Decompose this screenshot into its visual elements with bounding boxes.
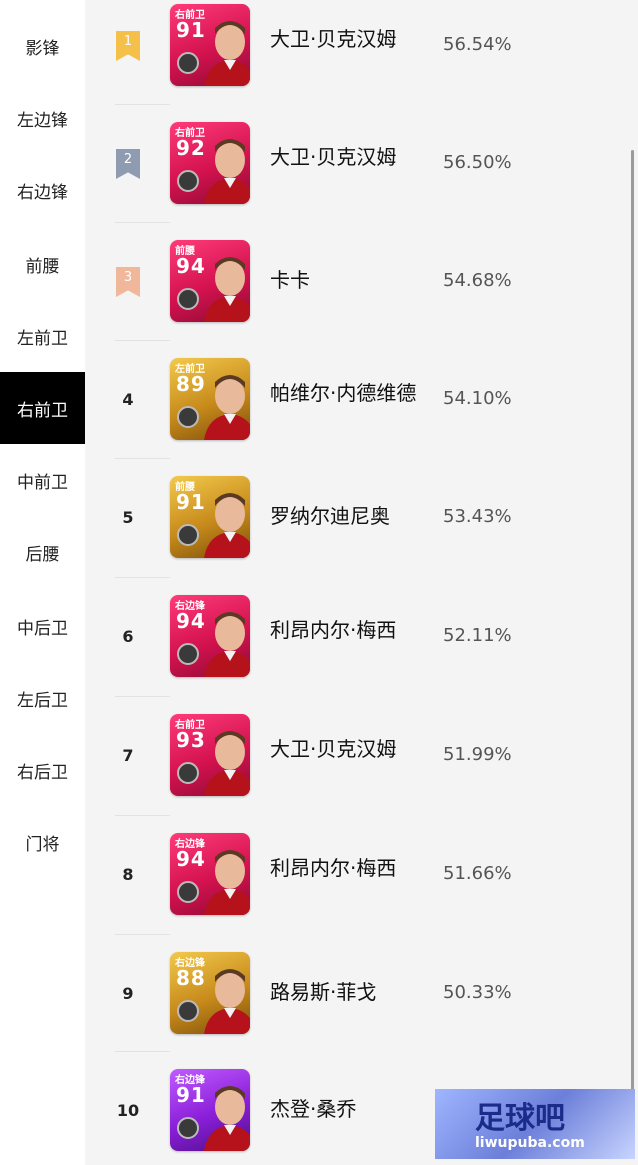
player-portrait-icon xyxy=(204,612,250,677)
player-name: 帕维尔·内德维德 xyxy=(270,381,417,405)
card-badge-icon xyxy=(177,762,199,784)
player-card[interactable]: 右边锋 94 xyxy=(170,595,250,677)
ranking-row[interactable]: 7 右前卫 93 大卫·贝克汉姆 51.99% xyxy=(85,696,638,814)
sidebar-item[interactable]: 后腰 xyxy=(0,516,85,588)
card-badge-icon xyxy=(177,288,199,310)
usage-percent: 51.66% xyxy=(443,863,512,884)
player-name: 罗纳尔迪尼奥 xyxy=(270,504,390,528)
card-badge-icon xyxy=(177,643,199,665)
player-card[interactable]: 右边锋 88 xyxy=(170,952,250,1034)
player-card[interactable]: 右边锋 94 xyxy=(170,833,250,915)
card-badge-icon xyxy=(177,524,199,546)
player-portrait-icon xyxy=(204,850,250,915)
player-name: 大卫·贝克汉姆 xyxy=(270,27,397,51)
ranking-row[interactable]: 1 右前卫 91 大卫·贝克汉姆 56.54% xyxy=(85,0,638,104)
ranking-row[interactable]: 8 右边锋 94 利昂内尔·梅西 51.66% xyxy=(85,815,638,933)
ranking-row[interactable]: 4 左前卫 89 帕维尔·内德维德 54.10% xyxy=(85,340,638,458)
ranking-row[interactable]: 5 前腰 91 罗纳尔迪尼奥 53.43% xyxy=(85,458,638,576)
player-portrait-icon xyxy=(204,731,250,796)
card-badge-icon xyxy=(177,1000,199,1022)
rank-number: 7 xyxy=(122,745,134,765)
watermark-title: 足球吧 xyxy=(475,1101,565,1136)
player-card[interactable]: 右边锋 91 xyxy=(170,1069,250,1151)
player-portrait-icon xyxy=(204,257,250,322)
usage-percent: 56.54% xyxy=(443,34,512,55)
rank-number: 9 xyxy=(122,983,134,1003)
sidebar-item[interactable]: 右边锋 xyxy=(0,154,85,226)
ranking-row[interactable]: 6 右边锋 94 利昂内尔·梅西 52.11% xyxy=(85,577,638,695)
player-card[interactable]: 右前卫 91 xyxy=(170,4,250,86)
player-name: 利昂内尔·梅西 xyxy=(270,618,397,642)
player-name: 杰登·桑乔 xyxy=(270,1097,357,1121)
player-card[interactable]: 右前卫 93 xyxy=(170,714,250,796)
sidebar-item[interactable]: 中前卫 xyxy=(0,444,85,516)
player-portrait-icon xyxy=(204,21,250,86)
watermark-url: liwupuba.com xyxy=(475,1135,585,1151)
player-portrait-icon xyxy=(204,1086,250,1151)
sidebar-item[interactable]: 左边锋 xyxy=(0,82,85,154)
sidebar-item[interactable]: 左后卫 xyxy=(0,662,85,734)
card-badge-icon xyxy=(177,170,199,192)
rank-number: 8 xyxy=(122,864,134,884)
ranking-row[interactable]: 9 右边锋 88 路易斯·菲戈 50.33% xyxy=(85,934,638,1052)
card-badge-icon xyxy=(177,881,199,903)
rank-number: 4 xyxy=(122,389,134,409)
sidebar-item[interactable]: 左前卫 xyxy=(0,300,85,372)
player-portrait-icon xyxy=(204,493,250,558)
card-badge-icon xyxy=(177,52,199,74)
ranking-row[interactable]: 2 右前卫 92 大卫·贝克汉姆 56.50% xyxy=(85,104,638,222)
player-name: 利昂内尔·梅西 xyxy=(270,856,397,880)
rank-medal-icon: 3 xyxy=(116,267,140,297)
ranking-list: 1 右前卫 91 大卫·贝克汉姆 56.54% 2 右前卫 92 大卫·贝克汉姆 56.50% 3 前… xyxy=(85,0,638,1165)
usage-percent: 51.99% xyxy=(443,744,512,765)
ranking-row[interactable]: 3 前腰 94 卡卡 54.68% xyxy=(85,222,638,340)
sidebar-item[interactable]: 右前卫 xyxy=(0,372,85,444)
usage-percent: 52.11% xyxy=(443,625,512,646)
sidebar-item[interactable]: 中后卫 xyxy=(0,590,85,662)
position-sidebar: 影锋 左边锋 右边锋 前腰 左前卫 右前卫 中前卫 后腰 中后卫 左后卫 右后卫 门将 xyxy=(0,0,85,1165)
rank-medal-icon: 1 xyxy=(116,31,140,61)
player-portrait-icon xyxy=(204,969,250,1034)
card-badge-icon xyxy=(177,1117,199,1139)
player-name: 卡卡 xyxy=(270,268,310,292)
player-name: 路易斯·菲戈 xyxy=(270,980,377,1004)
card-badge-icon xyxy=(177,406,199,428)
sidebar-item[interactable]: 前腰 xyxy=(0,228,85,300)
player-name: 大卫·贝克汉姆 xyxy=(270,737,397,761)
row-divider xyxy=(115,222,170,223)
row-divider xyxy=(115,104,170,105)
usage-percent: 53.43% xyxy=(443,506,512,527)
sidebar-item[interactable]: 右后卫 xyxy=(0,734,85,806)
rank-medal-icon: 2 xyxy=(116,149,140,179)
usage-percent: 50.33% xyxy=(443,982,512,1003)
player-portrait-icon xyxy=(204,375,250,440)
sidebar-item[interactable]: 影锋 xyxy=(0,10,85,82)
rank-number: 5 xyxy=(122,507,134,527)
player-card[interactable]: 左前卫 89 xyxy=(170,358,250,440)
player-name: 大卫·贝克汉姆 xyxy=(270,145,397,169)
rank-number: 6 xyxy=(122,626,134,646)
rank-number: 10 xyxy=(116,1100,140,1120)
watermark-logo: 足球吧 liwupuba.com xyxy=(435,1089,635,1159)
usage-percent: 54.10% xyxy=(443,388,512,409)
player-portrait-icon xyxy=(204,139,250,204)
player-card[interactable]: 前腰 91 xyxy=(170,476,250,558)
sidebar-item[interactable]: 门将 xyxy=(0,806,85,878)
player-card[interactable]: 右前卫 92 xyxy=(170,122,250,204)
player-card[interactable]: 前腰 94 xyxy=(170,240,250,322)
usage-percent: 56.50% xyxy=(443,152,512,173)
usage-percent: 54.68% xyxy=(443,270,512,291)
